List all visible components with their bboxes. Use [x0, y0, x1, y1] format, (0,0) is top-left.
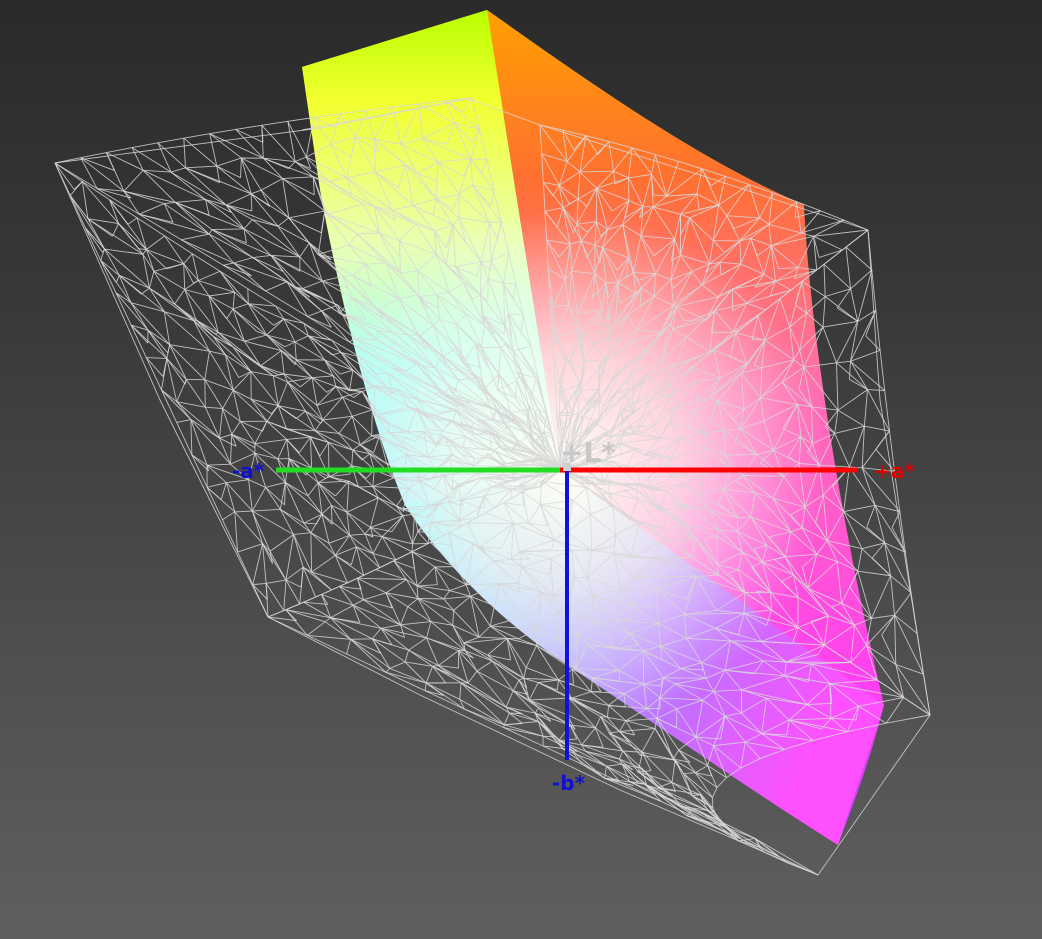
plus-a-label: +a*	[874, 459, 915, 483]
minus-a-label: -a*	[232, 459, 265, 483]
gamut-scene: +L* +a* -a* -b*	[54, 10, 931, 876]
minus-b-label: -b*	[552, 771, 586, 795]
plus-l-label: +L*	[560, 436, 616, 469]
gamut-3d-viewport[interactable]: +L* +a* -a* -b*	[0, 0, 1042, 939]
